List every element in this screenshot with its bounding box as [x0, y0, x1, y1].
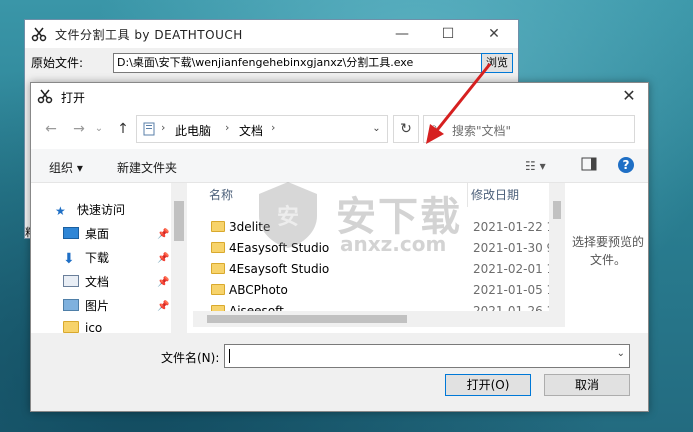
- filename-input[interactable]: ⌄: [224, 344, 630, 368]
- nav-desktop[interactable]: 桌面: [63, 223, 109, 245]
- minimize-button[interactable]: —: [379, 20, 425, 48]
- help-icon[interactable]: ?: [617, 156, 635, 177]
- text-caret: [229, 349, 230, 363]
- pin-icon[interactable]: 📌: [157, 253, 169, 264]
- breadcrumb-documents[interactable]: 文档: [239, 122, 263, 139]
- file-hscroll-thumb[interactable]: [207, 315, 407, 323]
- file-row[interactable]: 4Esaysoft Studio 2021-02-01 19: [211, 259, 562, 280]
- file-vscroll-thumb[interactable]: [553, 201, 561, 219]
- dialog-footer: 文件名(N): ⌄ 打开(O) 取消: [31, 333, 648, 411]
- pin-icon[interactable]: 📌: [157, 277, 169, 288]
- file-horizontal-scrollbar[interactable]: [193, 311, 565, 327]
- breadcrumb-this-pc[interactable]: 此电脑: [175, 122, 211, 139]
- preview-pane-text: 选择要预览的文件。: [571, 235, 644, 267]
- file-row[interactable]: Aiseesoft 2021-01-26 13: [211, 301, 562, 318]
- nav-item-label: 下载: [85, 251, 110, 265]
- forward-arrow-icon[interactable]: →: [69, 119, 89, 139]
- close-button[interactable]: ✕: [471, 20, 517, 48]
- pin-icon[interactable]: 📌: [157, 229, 169, 240]
- maximize-button[interactable]: ☐: [425, 20, 471, 48]
- folder-icon: [211, 221, 225, 232]
- document-icon: [63, 275, 79, 287]
- breadcrumb-separator-icon: ›: [161, 121, 166, 134]
- watermark-shield-icon: 安: [255, 180, 321, 253]
- preview-pane-icon[interactable]: [581, 157, 597, 174]
- command-bar: 组织 ▾ 新建文件夹 ☷ ▾ ?: [31, 149, 648, 183]
- dialog-title-text: 打开: [61, 91, 86, 105]
- open-button[interactable]: 打开(O): [445, 374, 531, 396]
- column-divider[interactable]: [467, 183, 468, 207]
- file-vertical-scrollbar[interactable]: [549, 183, 565, 311]
- svg-text:安: 安: [277, 204, 299, 230]
- breadcrumb-separator-icon: ›: [225, 121, 230, 134]
- nav-ico-folder[interactable]: ico: [63, 317, 102, 333]
- nav-item-label: ico: [85, 321, 103, 333]
- address-dropdown-icon[interactable]: ⌄: [366, 115, 388, 143]
- nav-item-label: 文档: [85, 275, 110, 289]
- column-header-date[interactable]: 修改日期: [471, 183, 519, 207]
- nav-item-label: 桌面: [85, 227, 110, 241]
- view-options-icon[interactable]: ☷ ▾: [525, 159, 546, 173]
- cancel-button[interactable]: 取消: [544, 374, 630, 396]
- nav-item-label: 快速访问: [77, 203, 126, 217]
- watermark-subtext: anxz.com: [340, 232, 447, 256]
- up-arrow-icon[interactable]: ↑: [113, 119, 133, 139]
- scissors-icon: [31, 26, 47, 45]
- folder-icon: [63, 321, 79, 333]
- column-header-name[interactable]: 名称: [209, 183, 233, 207]
- folder-icon: [211, 242, 225, 253]
- dialog-close-button[interactable]: ✕: [614, 83, 644, 109]
- folder-icon: [211, 284, 225, 295]
- file-row[interactable]: ABCPhoto 2021-01-05 13: [211, 280, 562, 301]
- main-title-bar: 文件分割工具 by DEATHTOUCH — ☐ ✕: [25, 20, 518, 48]
- scissors-icon: [37, 88, 53, 107]
- nav-downloads[interactable]: ⬇ 下载: [63, 247, 109, 269]
- refresh-icon[interactable]: ↻: [393, 115, 419, 143]
- svg-text:?: ?: [623, 158, 630, 172]
- navigation-pane: ★ 快速访问 桌面 📌 ⬇ 下载 📌 文档 📌 图片 📌 ico: [31, 183, 187, 333]
- file-name: ABCPhoto: [229, 283, 288, 297]
- annotation-arrow-icon: [426, 63, 492, 144]
- back-arrow-icon[interactable]: ←: [41, 119, 61, 139]
- nav-scrollbar[interactable]: [171, 183, 187, 333]
- chevron-down-icon[interactable]: ⌄: [617, 348, 625, 359]
- nav-quick-access[interactable]: ★ 快速访问: [55, 199, 125, 221]
- address-bar[interactable]: › 此电脑 › 文档 ›: [136, 115, 388, 143]
- navigation-bar: ← → ⌄ ↑ › 此电脑 › 文档 › ⌄ ↻ ⌕ 搜索"文档": [31, 113, 648, 145]
- desktop-icon: [63, 227, 79, 239]
- main-title-text: 文件分割工具 by DEATHTOUCH: [55, 28, 243, 42]
- nav-pictures[interactable]: 图片: [63, 295, 109, 317]
- source-file-label: 原始文件:: [31, 56, 84, 70]
- nav-scroll-thumb[interactable]: [174, 201, 184, 241]
- picture-icon: [63, 299, 79, 311]
- dialog-title-bar: 打开 ✕: [31, 83, 648, 109]
- download-icon: ⬇: [63, 251, 75, 267]
- file-name: 4Esaysoft Studio: [229, 262, 330, 276]
- star-icon: ★: [55, 204, 66, 218]
- computer-icon: [143, 122, 155, 139]
- folder-icon: [211, 263, 225, 274]
- breadcrumb-separator-icon: ›: [271, 121, 276, 134]
- nav-documents[interactable]: 文档: [63, 271, 109, 293]
- filename-label: 文件名(N):: [161, 351, 220, 365]
- new-folder-button[interactable]: 新建文件夹: [117, 159, 177, 176]
- recent-chevron-icon[interactable]: ⌄: [93, 119, 105, 139]
- nav-item-label: 图片: [85, 299, 110, 313]
- pin-icon[interactable]: 📌: [157, 301, 169, 312]
- organize-button[interactable]: 组织 ▾: [49, 159, 83, 176]
